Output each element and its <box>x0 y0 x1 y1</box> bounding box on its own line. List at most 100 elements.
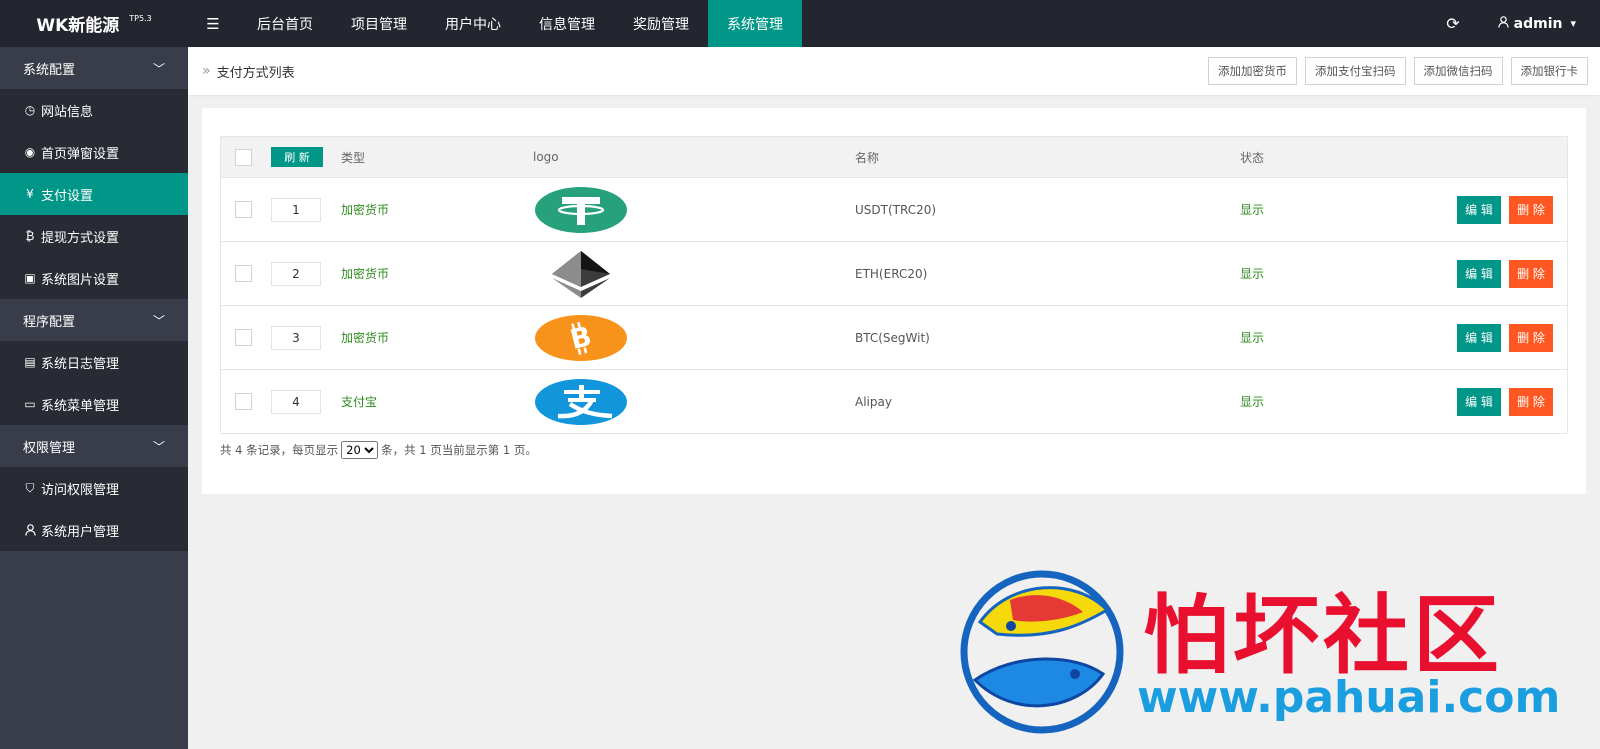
image-icon: ▣ <box>24 271 36 285</box>
sort-order-input[interactable] <box>271 261 321 286</box>
menu-toggle-icon[interactable]: ☰ <box>188 0 238 47</box>
delete-button[interactable]: 删 除 <box>1509 195 1553 224</box>
top-header: WK新能源 TP5.3 ☰ 后台首页 项目管理 用户中心 信息管理 奖励管理 系… <box>0 0 1600 47</box>
row-checkbox[interactable] <box>235 329 252 346</box>
refresh-sort-button[interactable]: 刷 新 <box>271 147 323 167</box>
header-status: 状态 <box>1240 150 1265 165</box>
user-icon <box>23 524 37 536</box>
nav-projects[interactable]: 项目管理 <box>332 0 426 47</box>
sidebar-item-site-info[interactable]: ◷ 网站信息 <box>0 89 188 131</box>
sort-order-input[interactable] <box>271 197 321 222</box>
user-name: admin <box>1513 15 1563 32</box>
row-checkbox[interactable] <box>235 201 252 218</box>
refresh-icon[interactable]: ⟳ <box>1446 14 1459 33</box>
pager-prefix: 共 4 条记录，每页显示 <box>220 443 339 457</box>
row-checkbox[interactable] <box>235 393 252 410</box>
brand-version: TP5.3 <box>129 14 152 23</box>
watermark: 怕坏社区 www.pahuai.com <box>955 560 1575 740</box>
sidebar-item-label: 支付设置 <box>41 188 94 204</box>
chevron-down-icon: ﹀ <box>152 313 165 328</box>
page-title: 支付方式列表 <box>216 65 295 81</box>
breadcrumb: » 支付方式列表 添加加密货币 添加支付宝扫码 添加微信扫码 添加银行卡 <box>188 47 1600 95</box>
user-menu[interactable]: admin ▾ <box>1497 15 1576 32</box>
sidebar-item-withdraw-settings[interactable]: ₿ 提现方式设置 <box>0 215 188 257</box>
brand-name: WK新能源 <box>36 16 120 36</box>
sidebar-item-system-users[interactable]: 系统用户管理 <box>0 509 188 551</box>
row-status: 显示 <box>1240 395 1265 409</box>
nav-system[interactable]: 系统管理 <box>708 0 802 47</box>
sidebar-item-access-permissions[interactable]: ⛉ 访问权限管理 <box>0 467 188 509</box>
add-bank-card-button[interactable]: 添加银行卡 <box>1510 57 1588 85</box>
clipboard-icon: ▤ <box>24 355 36 369</box>
chevron-down-icon: ﹀ <box>152 439 165 454</box>
delete-button[interactable]: 删 除 <box>1509 387 1553 416</box>
top-nav: 后台首页 项目管理 用户中心 信息管理 奖励管理 系统管理 <box>238 0 802 47</box>
row-type: 支付宝 <box>341 395 378 409</box>
eye-icon: ◉ <box>24 145 36 159</box>
header-name: 名称 <box>855 150 880 165</box>
sidebar-group-label: 权限管理 <box>23 440 76 456</box>
delete-button[interactable]: 删 除 <box>1509 323 1553 352</box>
row-name: USDT(TRC20) <box>855 202 937 217</box>
table-header: 刷 新 类型 logo 名称 状态 <box>221 137 1567 177</box>
pager-suffix: 条，共 1 页当前显示第 1 页。 <box>381 443 537 457</box>
page-actions: 添加加密货币 添加支付宝扫码 添加微信扫码 添加银行卡 <box>1208 57 1588 85</box>
sidebar-group-label: 系统配置 <box>23 62 76 78</box>
watermark-url: www.pahuai.com <box>1137 672 1561 723</box>
sidebar-item-image-settings[interactable]: ▣ 系统图片设置 <box>0 257 188 299</box>
header-type: 类型 <box>341 150 366 165</box>
row-type: 加密货币 <box>341 331 390 345</box>
add-crypto-button[interactable]: 添加加密货币 <box>1208 57 1297 85</box>
sidebar-item-label: 系统用户管理 <box>41 524 120 540</box>
bitcoin-icon: ₿ <box>25 229 35 243</box>
select-all-checkbox[interactable] <box>235 148 252 166</box>
window-icon: ▭ <box>24 397 36 411</box>
user-icon <box>1497 15 1509 32</box>
chevron-down-icon: ﹀ <box>152 61 165 76</box>
sidebar-group-label: 程序配置 <box>23 314 76 330</box>
row-status: 显示 <box>1240 203 1265 217</box>
sidebar-item-label: 首页弹窗设置 <box>41 146 120 162</box>
header-logo: logo <box>533 150 559 164</box>
sidebar-group-system-config[interactable]: 系统配置 ﹀ <box>0 47 188 89</box>
page-size-select[interactable]: 20 <box>341 441 379 459</box>
pagination: 共 4 条记录，每页显示 20 条，共 1 页当前显示第 1 页。 <box>220 441 537 459</box>
sidebar-item-system-logs[interactable]: ▤ 系统日志管理 <box>0 341 188 383</box>
sidebar-item-label: 访问权限管理 <box>41 482 120 498</box>
edit-button[interactable]: 编 辑 <box>1457 323 1501 352</box>
row-type: 加密货币 <box>341 203 390 217</box>
sort-order-input[interactable] <box>271 325 321 350</box>
yen-icon: ¥ <box>26 187 34 201</box>
sidebar-item-label: 系统图片设置 <box>41 272 120 288</box>
edit-button[interactable]: 编 辑 <box>1457 259 1501 288</box>
row-status: 显示 <box>1240 331 1265 345</box>
bitcoin-logo-icon: B <box>533 313 629 363</box>
nav-rewards[interactable]: 奖励管理 <box>614 0 708 47</box>
tether-logo-icon <box>533 185 629 235</box>
sidebar-item-payment-settings[interactable]: ¥ 支付设置 <box>0 173 188 215</box>
row-type: 加密货币 <box>341 267 390 281</box>
sidebar-item-label: 网站信息 <box>41 104 94 120</box>
sidebar-item-popup-settings[interactable]: ◉ 首页弹窗设置 <box>0 131 188 173</box>
delete-button[interactable]: 删 除 <box>1509 259 1553 288</box>
nav-users[interactable]: 用户中心 <box>426 0 520 47</box>
sidebar-group-permissions[interactable]: 权限管理 ﹀ <box>0 425 188 467</box>
table-row: 加密货币 B BTC(SegWit) 显示 编 辑 删 除 <box>221 305 1567 369</box>
content-panel: 刷 新 类型 logo 名称 状态 加密货币 USDT(TRC20) 显示 编 … <box>202 108 1586 494</box>
shield-icon: ⛉ <box>25 480 35 495</box>
table-row: 支付宝 Alipay 显示 编 辑 删 除 <box>221 369 1567 433</box>
edit-button[interactable]: 编 辑 <box>1457 387 1501 416</box>
top-right-tools: ⟳ admin ▾ <box>1446 0 1600 47</box>
payment-methods-table: 刷 新 类型 logo 名称 状态 加密货币 USDT(TRC20) 显示 编 … <box>220 136 1568 434</box>
sidebar-group-program-config[interactable]: 程序配置 ﹀ <box>0 299 188 341</box>
add-wechat-qr-button[interactable]: 添加微信扫码 <box>1413 57 1503 85</box>
nav-home[interactable]: 后台首页 <box>238 0 332 47</box>
edit-button[interactable]: 编 辑 <box>1457 195 1501 224</box>
add-alipay-qr-button[interactable]: 添加支付宝扫码 <box>1305 57 1406 85</box>
nav-info[interactable]: 信息管理 <box>520 0 614 47</box>
sidebar-item-system-menus[interactable]: ▭ 系统菜单管理 <box>0 383 188 425</box>
table-row: 加密货币 ETH(ERC20) 显示 编 辑 删 除 <box>221 241 1567 305</box>
row-checkbox[interactable] <box>235 265 252 282</box>
sort-order-input[interactable] <box>271 389 321 414</box>
brand-logo: WK新能源 TP5.3 <box>0 0 188 47</box>
